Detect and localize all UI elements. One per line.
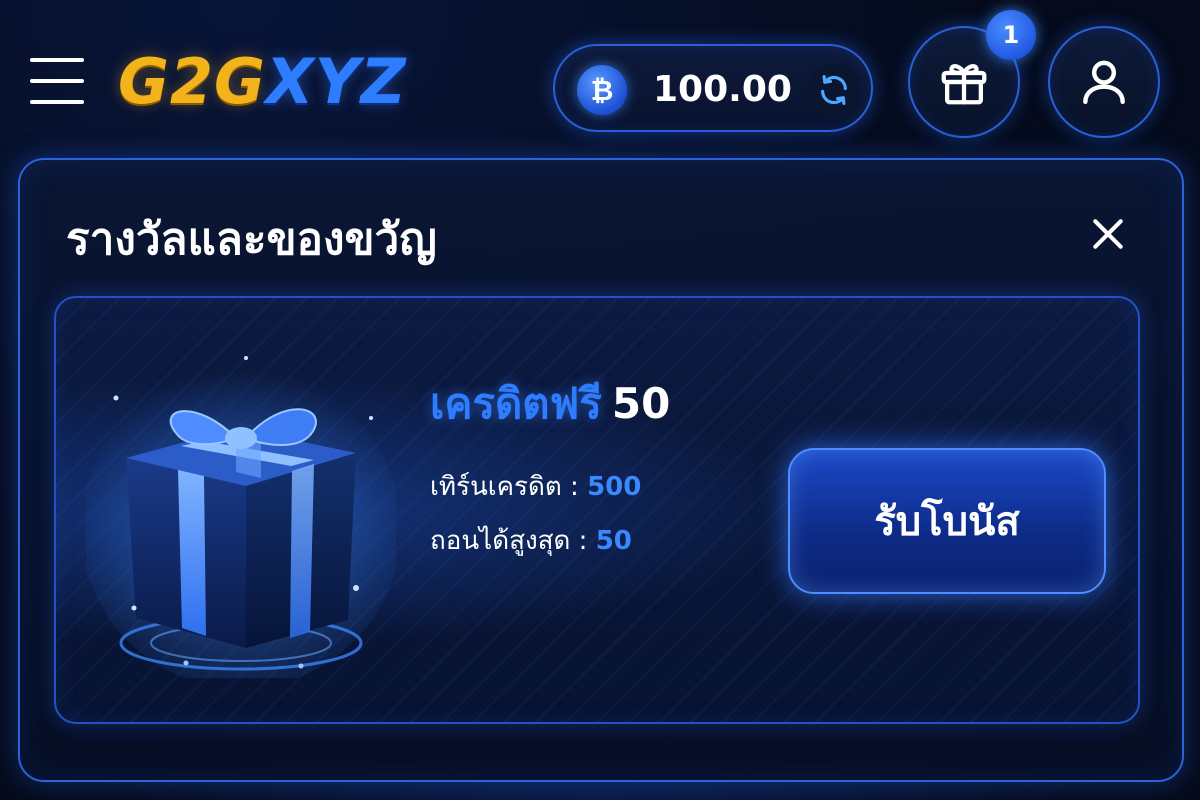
user-icon [1083, 60, 1125, 105]
menu-line [30, 100, 84, 104]
claim-bonus-button[interactable]: รับโบนัส [788, 448, 1106, 594]
rewards-modal: รางวัลและของขวัญ เครดิตฟรี 50 เทิร์นเครด… [18, 158, 1184, 782]
hamburger-menu-icon[interactable] [30, 58, 84, 104]
max-withdraw-value: 50 [595, 526, 632, 556]
notification-badge: 1 [986, 10, 1036, 60]
currency-symbol: ₿ [590, 73, 614, 107]
refresh-balance-button[interactable] [807, 63, 861, 117]
turnover-label: เทิร์นเครดิต : [430, 472, 579, 502]
bonus-name: เครดิตฟรี [430, 379, 602, 428]
modal-title: รางวัลและของขวัญ [66, 214, 437, 265]
logo-part-gold: G2G [118, 45, 266, 118]
gift-box-illustration [86, 356, 396, 678]
max-withdraw-row: ถอนได้สูงสุด : 50 [430, 524, 632, 558]
logo-part-blue: XYZ [265, 45, 407, 118]
balance-amount: 100.00 [653, 69, 792, 110]
menu-line [30, 58, 84, 62]
balance-display: ₿ 100.00 [553, 44, 873, 132]
gift-icon [941, 64, 987, 105]
turnover-row: เทิร์นเครดิต : 500 [430, 470, 641, 504]
bitcoin-icon: ₿ [577, 65, 627, 115]
close-button[interactable] [1086, 212, 1130, 256]
close-icon [1093, 219, 1123, 249]
site-logo[interactable]: G2GXYZ [118, 44, 407, 120]
bonus-card: เครดิตฟรี 50 เทิร์นเครดิต : 500 ถอนได้สูง… [54, 296, 1140, 724]
menu-line [30, 79, 84, 83]
bonus-amount: 50 [611, 379, 671, 428]
turnover-value: 500 [587, 472, 642, 502]
bonus-title: เครดิตฟรี 50 [430, 376, 670, 432]
max-withdraw-label: ถอนได้สูงสุด : [430, 526, 588, 556]
refresh-icon [821, 74, 847, 106]
profile-button[interactable] [1048, 26, 1160, 138]
